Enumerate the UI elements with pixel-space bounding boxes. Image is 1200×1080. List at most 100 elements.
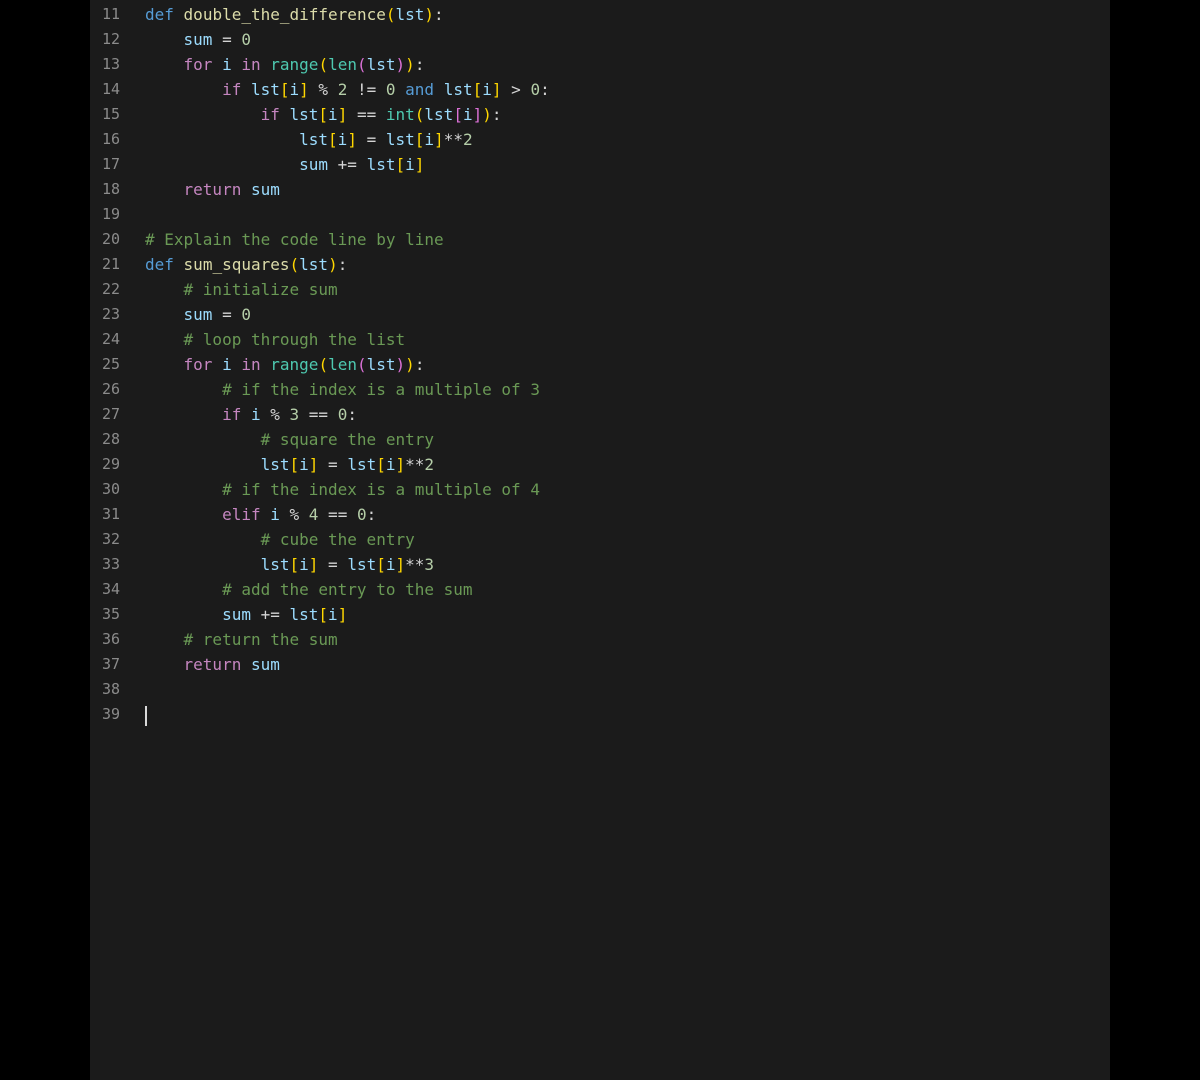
token-vr: lst (260, 455, 290, 474)
line-number[interactable]: 33 (90, 552, 120, 577)
line-number[interactable]: 23 (90, 302, 120, 327)
line-number[interactable]: 27 (90, 402, 120, 427)
code-line[interactable]: 33 lst[i] = lst[i]**3 (90, 552, 1110, 577)
code-line-content[interactable]: # square the entry (120, 427, 434, 452)
code-line[interactable]: 13 for i in range(len(lst)): (90, 52, 1110, 77)
code-line[interactable]: 25 for i in range(len(lst)): (90, 352, 1110, 377)
code-line[interactable]: 23 sum = 0 (90, 302, 1110, 327)
code-line[interactable]: 15 if lst[i] == int(lst[i]): (90, 102, 1110, 127)
code-line[interactable]: 35 sum += lst[i] (90, 602, 1110, 627)
code-line-content[interactable]: if lst[i] == int(lst[i]): (120, 102, 502, 127)
code-line[interactable]: 30 # if the index is a multiple of 4 (90, 477, 1110, 502)
code-editor[interactable]: 11 def double_the_difference(lst): 12 sum … (90, 0, 1110, 1080)
code-line-content[interactable]: def double_the_difference(lst): (120, 2, 444, 27)
line-number[interactable]: 21 (90, 252, 120, 277)
code-area[interactable]: 11 def double_the_difference(lst): 12 sum … (90, 0, 1110, 727)
line-number[interactable]: 17 (90, 152, 120, 177)
code-line[interactable]: 24 # loop through the list (90, 327, 1110, 352)
code-line[interactable]: 26 # if the index is a multiple of 3 (90, 377, 1110, 402)
token-b1: ) (424, 5, 435, 24)
code-line[interactable]: 29 lst[i] = lst[i]**2 (90, 452, 1110, 477)
code-line-content[interactable]: # cube the entry (120, 527, 415, 552)
token-op: = (356, 130, 386, 149)
code-line-content[interactable]: # loop through the list (120, 327, 406, 352)
line-number[interactable]: 34 (90, 577, 120, 602)
code-line-content[interactable]: # if the index is a multiple of 3 (120, 377, 540, 402)
code-line-content[interactable]: def sum_squares(lst): (120, 252, 347, 277)
code-line-content[interactable]: lst[i] = lst[i]**3 (120, 552, 434, 577)
line-number[interactable]: 30 (90, 477, 120, 502)
code-line-content[interactable]: for i in range(len(lst)): (120, 352, 425, 377)
code-line[interactable]: 14 if lst[i] % 2 != 0 and lst[i] > 0: (90, 77, 1110, 102)
line-number[interactable]: 28 (90, 427, 120, 452)
code-line[interactable]: 18 return sum (90, 177, 1110, 202)
code-line[interactable]: 17 sum += lst[i] (90, 152, 1110, 177)
code-line-content[interactable]: # add the entry to the sum (120, 577, 472, 602)
line-number[interactable]: 32 (90, 527, 120, 552)
code-line[interactable]: 37 return sum (90, 652, 1110, 677)
code-line[interactable]: 28 # square the entry (90, 427, 1110, 452)
code-line-content[interactable] (120, 202, 145, 227)
line-number[interactable]: 16 (90, 127, 120, 152)
line-number[interactable]: 35 (90, 602, 120, 627)
token-vr: i (222, 355, 232, 374)
line-number[interactable]: 38 (90, 677, 120, 702)
code-line[interactable]: 36 # return the sum (90, 627, 1110, 652)
code-line[interactable]: 12 sum = 0 (90, 27, 1110, 52)
code-line-content[interactable]: sum = 0 (120, 302, 251, 327)
line-number[interactable]: 20 (90, 227, 120, 252)
code-line[interactable]: 19 (90, 202, 1110, 227)
code-line-content[interactable]: if i % 3 == 0: (120, 402, 357, 427)
line-number[interactable]: 19 (90, 202, 120, 227)
line-number[interactable]: 29 (90, 452, 120, 477)
token-vr: i (328, 105, 338, 124)
line-number[interactable]: 25 (90, 352, 120, 377)
line-number[interactable]: 37 (90, 652, 120, 677)
code-line-content[interactable]: sum += lst[i] (120, 602, 347, 627)
line-number[interactable]: 39 (90, 702, 120, 727)
code-line[interactable]: 39 (90, 702, 1110, 727)
token-vr: sum (222, 605, 251, 624)
code-line-content[interactable]: # return the sum (120, 627, 338, 652)
token-kw1: if (222, 80, 242, 99)
code-line-content[interactable]: sum += lst[i] (120, 152, 424, 177)
code-line-content[interactable]: elif i % 4 == 0: (120, 502, 376, 527)
code-line-content[interactable]: # initialize sum (120, 277, 338, 302)
code-line[interactable]: 11 def double_the_difference(lst): (90, 2, 1110, 27)
line-number[interactable]: 36 (90, 627, 120, 652)
code-line-content[interactable]: lst[i] = lst[i]**2 (120, 452, 434, 477)
line-number[interactable]: 14 (90, 77, 120, 102)
token-kw1: for (183, 355, 213, 374)
line-number[interactable]: 11 (90, 2, 120, 27)
code-line-content[interactable] (120, 702, 147, 727)
code-line-content[interactable]: sum = 0 (120, 27, 251, 52)
code-line[interactable]: 31 elif i % 4 == 0: (90, 502, 1110, 527)
code-line[interactable]: 32 # cube the entry (90, 527, 1110, 552)
line-number[interactable]: 15 (90, 102, 120, 127)
code-line-content[interactable]: return sum (120, 652, 280, 677)
line-number[interactable]: 18 (90, 177, 120, 202)
code-line[interactable]: 22 # initialize sum (90, 277, 1110, 302)
code-line-content[interactable]: if lst[i] % 2 != 0 and lst[i] > 0: (120, 77, 550, 102)
code-line-content[interactable]: # if the index is a multiple of 4 (120, 477, 540, 502)
line-number[interactable]: 22 (90, 277, 120, 302)
code-line[interactable]: 16 lst[i] = lst[i]**2 (90, 127, 1110, 152)
line-number[interactable]: 26 (90, 377, 120, 402)
line-number[interactable]: 24 (90, 327, 120, 352)
token-vr: i (299, 555, 309, 574)
code-line[interactable]: 34 # add the entry to the sum (90, 577, 1110, 602)
token-bi: range (270, 355, 319, 374)
code-line-content[interactable]: for i in range(len(lst)): (120, 52, 425, 77)
code-line[interactable]: 27 if i % 3 == 0: (90, 402, 1110, 427)
line-number[interactable]: 31 (90, 502, 120, 527)
line-number[interactable]: 12 (90, 27, 120, 52)
code-line[interactable]: 38 (90, 677, 1110, 702)
code-line-content[interactable]: return sum (120, 177, 280, 202)
code-line-content[interactable] (120, 677, 145, 702)
code-line-content[interactable]: lst[i] = lst[i]**2 (120, 127, 472, 152)
code-line[interactable]: 20 # Explain the code line by line (90, 227, 1110, 252)
code-line-content[interactable]: # Explain the code line by line (120, 227, 444, 252)
line-number[interactable]: 13 (90, 52, 120, 77)
code-line[interactable]: 21 def sum_squares(lst): (90, 252, 1110, 277)
